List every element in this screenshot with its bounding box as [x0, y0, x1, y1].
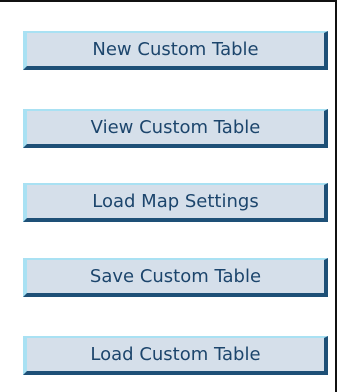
button-label: Save Custom Table — [89, 266, 262, 287]
button-label: New Custom Table — [92, 39, 259, 60]
load-custom-table-button[interactable]: Load Custom Table — [23, 336, 328, 375]
button-label: Load Custom Table — [90, 344, 261, 365]
load-map-settings-button[interactable]: Load Map Settings — [23, 183, 328, 222]
save-custom-table-button[interactable]: Save Custom Table — [23, 258, 328, 297]
button-label: View Custom Table — [90, 117, 261, 138]
view-custom-table-button[interactable]: View Custom Table — [23, 109, 328, 148]
button-label: Load Map Settings — [92, 191, 259, 212]
new-custom-table-button[interactable]: New Custom Table — [23, 31, 328, 70]
button-panel: New Custom Table View Custom Table Load … — [0, 0, 337, 392]
